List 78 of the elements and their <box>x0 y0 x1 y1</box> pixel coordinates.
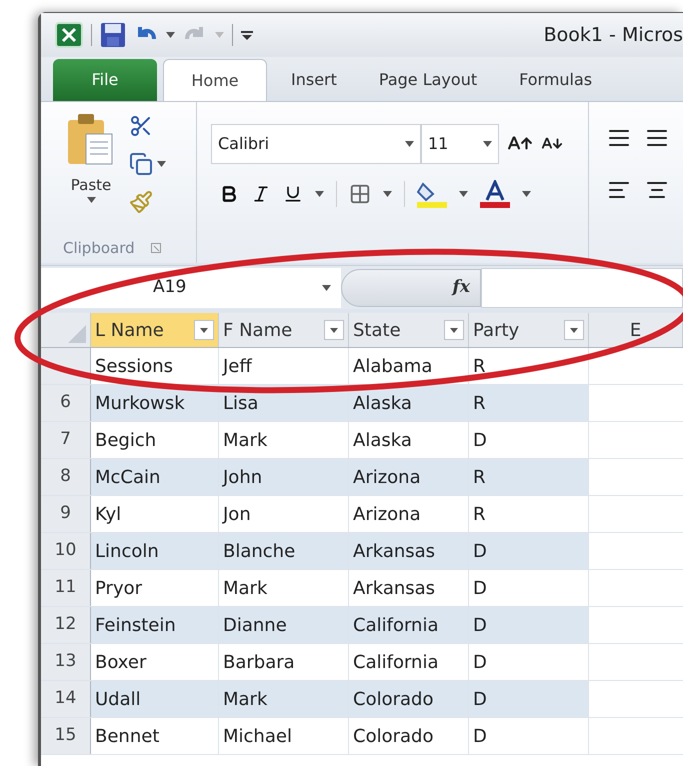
caret-icon <box>450 328 458 332</box>
caret-icon <box>330 328 338 332</box>
row-header[interactable]: 10 <box>41 533 91 569</box>
excel-logo-icon[interactable] <box>55 22 83 48</box>
table-cell: R <box>469 459 589 495</box>
row-header[interactable]: 13 <box>41 644 91 680</box>
column-header[interactable]: E <box>589 313 683 347</box>
ribbon-tab[interactable]: Page Layout <box>360 59 496 101</box>
row-header[interactable]: 11 <box>41 570 91 606</box>
copy-icon[interactable] <box>129 152 153 176</box>
table-cell: McCain <box>91 459 219 495</box>
window-title: Book1 - Micros <box>544 22 683 48</box>
table-cell: Murkowsk <box>91 385 219 421</box>
redo-caret-icon <box>215 32 224 38</box>
column-header[interactable]: State <box>349 313 469 347</box>
caret-icon <box>405 141 414 147</box>
font-color-icon[interactable] <box>480 180 510 208</box>
row-header[interactable]: 7 <box>41 422 91 458</box>
table-cell: Jon <box>219 496 349 532</box>
table-cell: Lincoln <box>91 533 219 569</box>
ribbon-tab[interactable]: Formulas <box>501 59 610 101</box>
ribbon-tab[interactable]: Insert <box>273 59 355 101</box>
filter-dropdown-button[interactable] <box>324 320 344 340</box>
filter-dropdown-button[interactable] <box>194 320 214 340</box>
caret-icon <box>570 328 578 332</box>
filter-dropdown-button[interactable] <box>564 320 584 340</box>
paste-caret-icon <box>86 196 96 202</box>
font-size-field[interactable]: 11 <box>421 124 499 164</box>
corner-triangle-icon <box>68 325 86 343</box>
caret-icon <box>383 191 392 197</box>
table-cell: California <box>349 607 469 643</box>
name-box[interactable]: A19 <box>41 268 341 308</box>
column-header[interactable]: L Name <box>91 313 219 347</box>
table-cell: D <box>469 533 589 569</box>
table-cell: D <box>469 607 589 643</box>
caret-icon <box>483 141 492 147</box>
formula-input[interactable] <box>481 268 683 308</box>
table-cell: Jeff <box>219 348 349 384</box>
row-header[interactable]: 8 <box>41 459 91 495</box>
save-icon[interactable] <box>100 22 126 48</box>
file-tab[interactable]: File <box>53 59 157 101</box>
filter-dropdown-button[interactable] <box>444 320 464 340</box>
font-name-field[interactable]: Calibri <box>211 124 421 164</box>
column-header[interactable]: F Name <box>219 313 349 347</box>
ribbon-tab[interactable]: Home <box>163 59 267 101</box>
table-cell: D <box>469 681 589 717</box>
undo-caret-icon <box>166 32 175 38</box>
table-cell: Udall <box>91 681 219 717</box>
table-cell: Dianne <box>219 607 349 643</box>
cut-icon[interactable] <box>129 114 153 138</box>
row-header[interactable]: 15 <box>41 718 91 754</box>
row-header[interactable]: 6 <box>41 385 91 421</box>
caret-icon <box>315 191 324 197</box>
caret-icon <box>200 328 208 332</box>
row-header[interactable]: 12 <box>41 607 91 643</box>
caret-icon <box>459 191 468 197</box>
row-header[interactable]: 14 <box>41 681 91 717</box>
table-cell: Mark <box>219 681 349 717</box>
group-label: Clipboard <box>63 238 135 259</box>
table-cell: John <box>219 459 349 495</box>
insert-function-button[interactable]: fx <box>452 274 470 300</box>
copy-caret-icon <box>157 161 166 167</box>
fill-color-icon[interactable] <box>417 180 447 208</box>
caret-icon <box>322 284 331 290</box>
table-cell: Arizona <box>349 459 469 495</box>
table-cell: Feinstein <box>91 607 219 643</box>
customize-toolbar-icon[interactable] <box>241 29 253 41</box>
table-cell: Blanche <box>219 533 349 569</box>
table-cell: Arkansas <box>349 533 469 569</box>
table-cell: R <box>469 385 589 421</box>
column-header[interactable]: Party <box>469 313 589 347</box>
caret-icon <box>522 191 531 197</box>
underline-icon[interactable] <box>283 184 303 204</box>
table-cell: Alaska <box>349 385 469 421</box>
table-cell: Colorado <box>349 681 469 717</box>
borders-icon[interactable] <box>349 183 371 205</box>
row-header[interactable]: 9 <box>41 496 91 532</box>
paste-label[interactable]: Paste <box>70 174 112 196</box>
